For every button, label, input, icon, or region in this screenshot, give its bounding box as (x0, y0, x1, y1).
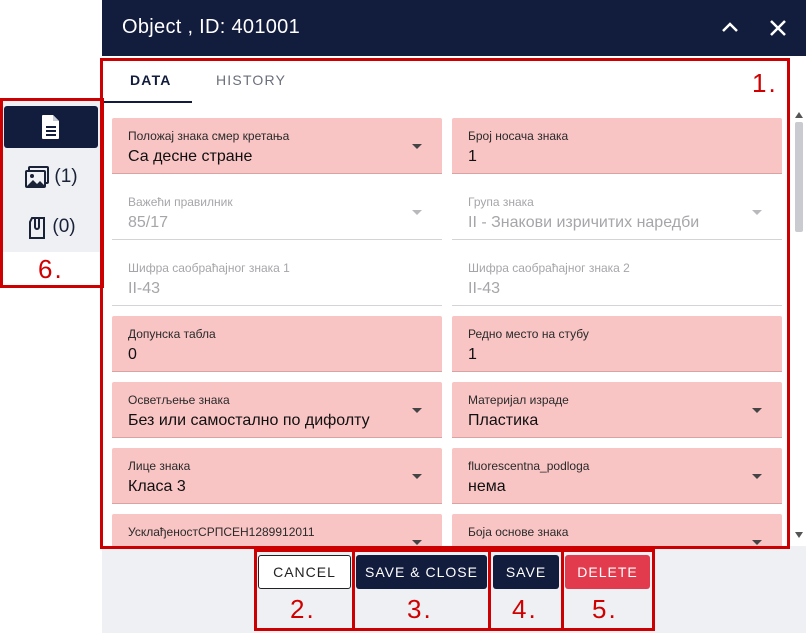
field-label: Положај знака смер кретања (128, 129, 290, 143)
field-value[interactable]: Класа 3 (128, 478, 186, 496)
save-button[interactable]: SAVE (493, 555, 559, 589)
object-panel: Object , ID: 401001 DATA HISTORY Положај… (102, 0, 806, 633)
form-field[interactable]: Лице знака Класа 3 (112, 448, 442, 504)
field-value[interactable]: 0 (128, 346, 137, 364)
field-value[interactable]: нема (468, 478, 506, 496)
rail-item-images[interactable]: (1) (4, 156, 98, 198)
field-value: 85/17 (128, 214, 169, 231)
field-value[interactable]: 1 (468, 148, 477, 166)
field-value[interactable]: Са десне стране (128, 148, 252, 166)
chevron-up-icon[interactable] (718, 16, 742, 40)
rail-item-attachments[interactable]: (0) (4, 206, 98, 248)
field-label: Број носача знака (468, 129, 569, 143)
attachment-icon (29, 217, 46, 239)
form-field: Важећи правилник 85/17 (112, 184, 442, 240)
scroll-down-arrow-icon[interactable] (795, 532, 803, 538)
dropdown-caret-icon[interactable] (752, 540, 762, 545)
content-area: DATA HISTORY Положај знака смер кретања С… (102, 56, 806, 546)
dropdown-caret-icon[interactable] (752, 408, 762, 413)
annotation-label-1: 1. (752, 68, 778, 98)
form-field[interactable]: Број носача знака 1 (452, 118, 782, 174)
field-value: II-43 (468, 280, 501, 297)
images-count: (1) (54, 166, 78, 187)
annotation-label-3: 3. (407, 594, 433, 624)
annotation-label-5: 5. (592, 594, 618, 624)
save-close-button[interactable]: SAVE & CLOSE (356, 555, 487, 589)
annotation-label-6: 6. (38, 254, 64, 284)
field-value[interactable]: 1 (468, 346, 477, 364)
field-label: Група знака (468, 195, 534, 209)
field-label: Лице знака (128, 459, 191, 473)
delete-button[interactable]: DELETE (565, 555, 650, 589)
field-label: Важећи правилник (128, 195, 233, 209)
field-label: Редно место на стубу (468, 327, 589, 341)
form-field[interactable]: Редно место на стубу 1 (452, 316, 782, 372)
form-field: Група знака II - Знакови изричитих наредб… (452, 184, 782, 240)
field-label: fluorescentna_podloga (468, 459, 590, 473)
field-label: Боја основе знака (468, 525, 569, 539)
side-rail: (1) (0) (0, 0, 102, 633)
scroll-up-arrow-icon[interactable] (795, 112, 803, 118)
form-field[interactable]: fluorescentna_podloga нема (452, 448, 782, 504)
form-field[interactable]: Положај знака смер кретања Са десне стран… (112, 118, 442, 174)
dropdown-caret-icon[interactable] (412, 540, 422, 545)
form-field: Шифра саобраћајног знака 2 II-43 (452, 250, 782, 306)
field-label: УсклађеностСРПСЕН1289912011 (128, 525, 315, 539)
field-value[interactable]: Без или самостално по дифолту (128, 412, 370, 430)
dropdown-caret-icon[interactable] (412, 474, 422, 479)
app-root: (1) (0) Object , ID: 401001 DATA HISTORY… (0, 0, 806, 633)
field-label: Шифра саобраћајног знака 2 (468, 261, 630, 275)
dropdown-caret-icon (752, 210, 762, 215)
form-field[interactable]: Материјал израде Пластика (452, 382, 782, 438)
rail-item-details[interactable] (4, 106, 98, 148)
dropdown-caret-icon[interactable] (752, 474, 762, 479)
dropdown-caret-icon[interactable] (412, 408, 422, 413)
annotation-label-2: 2. (290, 594, 316, 624)
title-bar: Object , ID: 401001 (102, 0, 806, 56)
field-value: II - Знакови изричитих наредби (468, 214, 700, 231)
field-label: Шифра саобраћајног знака 1 (128, 261, 290, 275)
field-value: II-43 (128, 280, 161, 297)
form-field[interactable]: Боја основе знака (452, 514, 782, 546)
rail-panel: (1) (0) (0, 100, 102, 252)
images-icon (25, 166, 50, 188)
scrollbar-thumb[interactable] (795, 122, 803, 232)
form-field[interactable]: Допунска табла 0 (112, 316, 442, 372)
dropdown-caret-icon (412, 210, 422, 215)
field-label: Допунска табла (128, 327, 216, 341)
window-title: Object , ID: 401001 (122, 16, 301, 38)
document-icon (42, 115, 59, 139)
dropdown-caret-icon[interactable] (412, 144, 422, 149)
form-field[interactable]: Осветљење знака Без или самостално по диф… (112, 382, 442, 438)
field-value[interactable]: Пластика (468, 412, 538, 430)
field-label: Материјал израде (468, 393, 569, 407)
field-label: Осветљење знака (128, 393, 230, 407)
close-icon[interactable] (766, 16, 790, 40)
form-field: Шифра саобраћајног знака 1 II-43 (112, 250, 442, 306)
scrollbar[interactable] (792, 108, 806, 546)
attachments-count: (0) (52, 216, 76, 237)
form-fields: Положај знака смер кретања Са десне стран… (102, 56, 792, 546)
cancel-button[interactable]: CANCEL (258, 555, 351, 589)
annotation-label-4: 4. (512, 594, 538, 624)
form-field[interactable]: УсклађеностСРПСЕН1289912011 (112, 514, 442, 546)
